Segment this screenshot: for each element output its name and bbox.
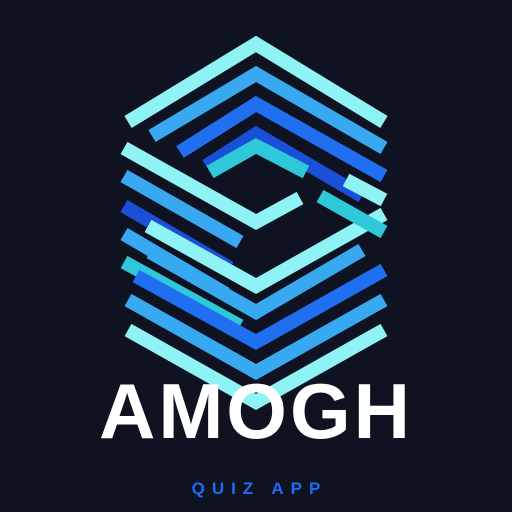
app-title: AMOGH (99, 367, 413, 455)
app-subtitle: QUIZ APP (191, 479, 328, 498)
splash-screen: AMOGH QUIZ APP (0, 0, 512, 512)
